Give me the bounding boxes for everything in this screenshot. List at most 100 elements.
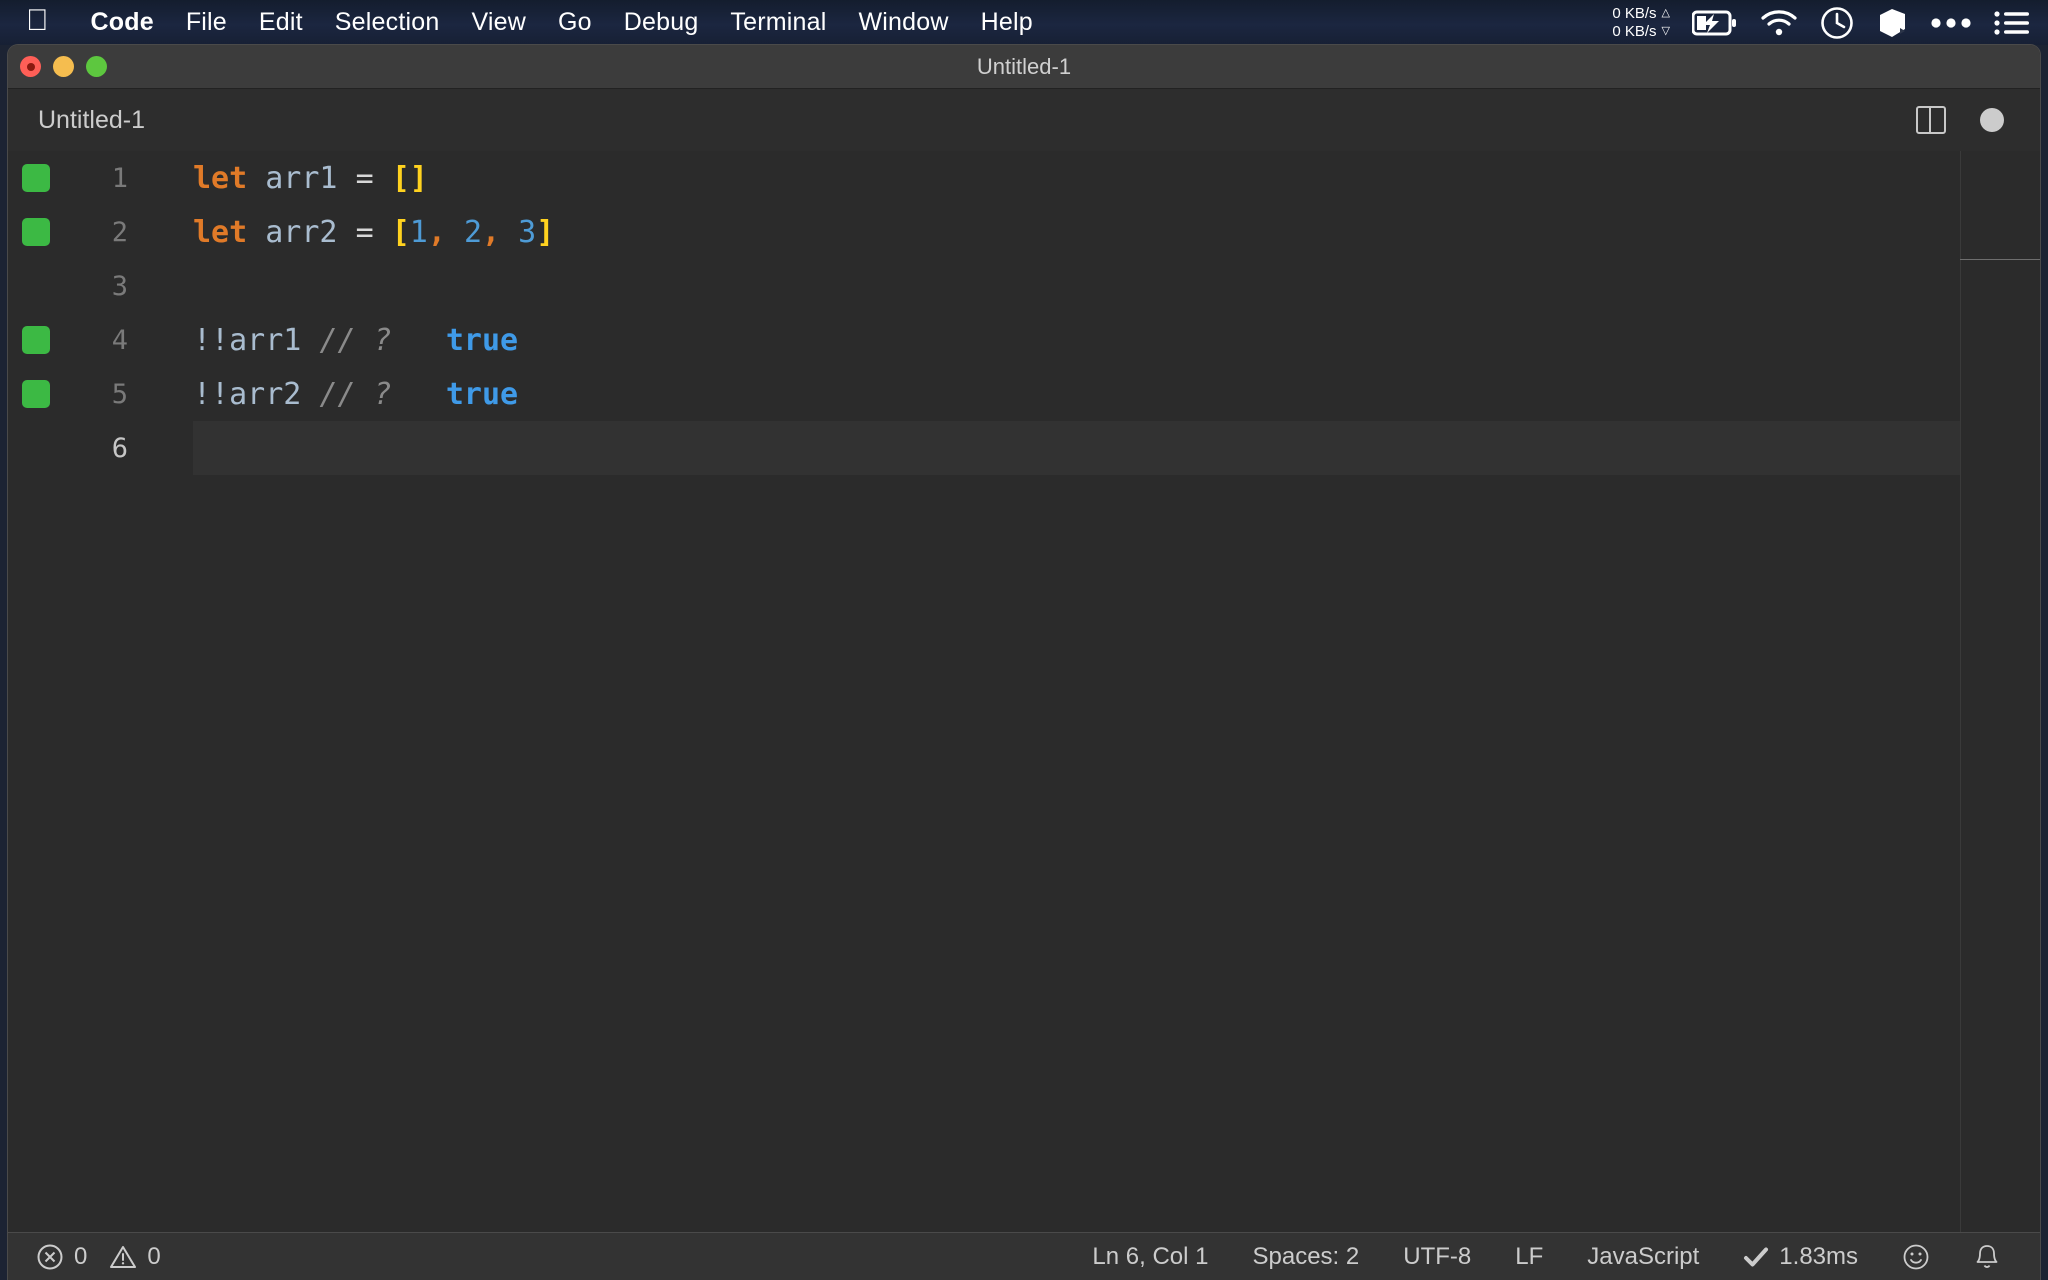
menu-item-edit[interactable]: Edit xyxy=(243,8,319,37)
quokka-live-marker[interactable] xyxy=(22,326,50,354)
triangle-down-icon: ▽ xyxy=(1661,25,1670,37)
code-token: arr1 xyxy=(229,322,302,358)
window-title-bar: Untitled-1 xyxy=(8,45,2040,89)
download-speed-value: 0 KB/s xyxy=(1612,23,1657,40)
code-line[interactable]: 2 let arr2 = [1, 2, 3] xyxy=(8,205,2040,259)
code-token: true xyxy=(445,376,519,412)
code-token: let xyxy=(193,160,248,196)
app-icon[interactable] xyxy=(1876,7,1908,39)
status-bar-left: 0 0 xyxy=(36,1243,161,1271)
error-circle-icon[interactable] xyxy=(36,1243,64,1271)
code-line-content[interactable]: !! arr1 // ? true xyxy=(193,313,1960,367)
apple-logo-icon[interactable]:  xyxy=(26,5,49,36)
code-token: = xyxy=(355,160,374,196)
split-editor-icon[interactable] xyxy=(1916,106,1946,134)
menu-item-window[interactable]: Window xyxy=(843,8,965,37)
code-token: let xyxy=(193,214,248,250)
menu-item-selection[interactable]: Selection xyxy=(319,8,456,37)
menu-item-view[interactable]: View xyxy=(455,8,542,37)
code-token: true xyxy=(445,322,519,358)
code-token: // ? xyxy=(319,322,392,358)
editor-tab-bar: Untitled-1 xyxy=(8,89,2040,151)
code-line[interactable]: 1 let arr1 = [] xyxy=(8,151,2040,205)
menu-item-terminal[interactable]: Terminal xyxy=(714,8,842,37)
runtime-duration: 1.83ms xyxy=(1779,1242,1858,1270)
code-line-content[interactable] xyxy=(193,259,1960,313)
code-line[interactable]: 6 xyxy=(8,421,2040,475)
code-editor[interactable]: 1 let arr1 = [] 2 let arr2 = [1, 2, 3] 3 4!! a… xyxy=(8,151,2040,1232)
bell-icon[interactable] xyxy=(1952,1243,2022,1271)
quokka-live-marker[interactable] xyxy=(22,218,50,246)
quokka-live-marker[interactable] xyxy=(22,380,50,408)
menu-item-code[interactable]: Code xyxy=(75,8,170,37)
line-number: 6 xyxy=(111,432,128,464)
cursor-position[interactable]: Ln 6, Col 1 xyxy=(1070,1243,1230,1271)
code-line[interactable]: 3 xyxy=(8,259,2040,313)
line-number: 2 xyxy=(111,216,128,248)
tab-label: Untitled-1 xyxy=(38,105,145,134)
code-line-content[interactable] xyxy=(193,421,1960,475)
code-token: [ xyxy=(391,214,410,250)
code-token: !! xyxy=(193,322,230,358)
upload-speed-value: 0 KB/s xyxy=(1612,5,1657,22)
code-token: // ? xyxy=(319,376,392,412)
triangle-up-icon: △ xyxy=(1661,7,1670,19)
code-token: 3 xyxy=(518,214,537,250)
code-token: !! xyxy=(193,376,230,412)
code-token: = xyxy=(355,214,374,250)
quokka-live-marker[interactable] xyxy=(22,164,50,192)
encoding-setting[interactable]: UTF-8 xyxy=(1381,1243,1493,1271)
code-token: ] xyxy=(536,214,555,250)
code-line-content[interactable]: let arr1 = [] xyxy=(193,151,1960,205)
window-title: Untitled-1 xyxy=(976,53,1072,79)
indentation-setting[interactable]: Spaces: 2 xyxy=(1231,1243,1382,1271)
editor-actions xyxy=(1916,106,2004,134)
menu-item-debug[interactable]: Debug xyxy=(608,8,715,37)
menu-item-file[interactable]: File xyxy=(170,8,243,37)
line-ending-setting[interactable]: LF xyxy=(1493,1243,1565,1271)
menu-item-go[interactable]: Go xyxy=(542,8,608,37)
code-line-content[interactable]: let arr2 = [1, 2, 3] xyxy=(193,205,1960,259)
code-line[interactable]: 5 !! arr2 // ? true xyxy=(8,367,2040,421)
code-token: [] xyxy=(391,160,428,196)
macos-menu-bar:  Code File Edit Selection View Go Debug… xyxy=(0,0,2048,45)
tab-untitled-1[interactable]: Untitled-1 xyxy=(8,89,177,151)
clock-icon[interactable] xyxy=(1820,6,1854,40)
control-center-icon[interactable] xyxy=(1994,10,2030,36)
checkmark-icon xyxy=(1743,1245,1769,1269)
line-number: 3 xyxy=(111,270,128,302)
warning-triangle-icon[interactable] xyxy=(109,1243,137,1271)
code-token: 1 xyxy=(409,214,428,250)
battery-charging-icon[interactable] xyxy=(1692,10,1738,36)
code-line[interactable]: 4!! arr1 // ? true xyxy=(8,313,2040,367)
ellipsis-icon[interactable] xyxy=(1930,17,1972,29)
runtime-status[interactable]: 1.83ms xyxy=(1721,1243,1880,1271)
status-bar-right: Ln 6, Col 1 Spaces: 2 UTF-8 LF JavaScrip… xyxy=(1070,1243,2022,1271)
smiley-icon[interactable] xyxy=(1880,1243,1952,1271)
language-mode[interactable]: JavaScript xyxy=(1565,1243,1721,1271)
warning-count: 0 xyxy=(147,1242,161,1270)
wifi-icon[interactable] xyxy=(1760,9,1798,37)
error-count: 0 xyxy=(74,1242,88,1270)
line-number: 1 xyxy=(111,162,128,194)
line-number: 5 xyxy=(111,378,128,410)
menu-item-help[interactable]: Help xyxy=(965,8,1049,37)
status-bar: 0 0 Ln 6, Col 1 Spaces: 2 UTF-8 LF JavaS… xyxy=(8,1232,2040,1280)
line-number: 4 xyxy=(111,324,128,356)
network-speed-indicator[interactable]: 0 KB/s △ 0 KB/s ▽ xyxy=(1612,6,1670,39)
code-token: , xyxy=(482,214,519,250)
code-line-content[interactable]: !! arr2 // ? true xyxy=(193,367,1960,421)
unsaved-indicator-dot[interactable] xyxy=(1980,108,2004,132)
menu-bar-status-area: 0 KB/s △ 0 KB/s ▽ xyxy=(1612,6,2030,40)
code-token: arr2 xyxy=(265,214,338,250)
